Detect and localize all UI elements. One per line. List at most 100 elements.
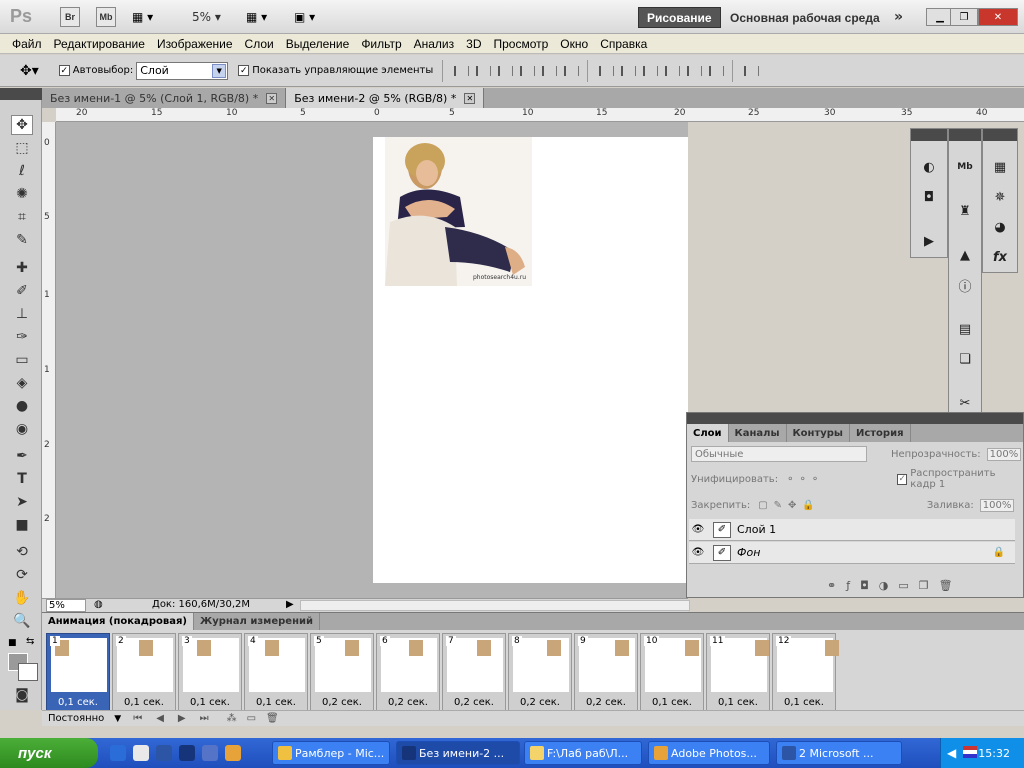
status-zoom[interactable]: 5% [46,599,86,612]
close-icon[interactable]: ✕ [266,92,278,104]
menu-edit[interactable]: Редактирование [48,37,151,51]
frame-delay[interactable]: 0,1 сек. [47,697,109,708]
distribute-top-icon[interactable] [597,64,615,78]
menu-select[interactable]: Выделение [280,37,356,51]
eye-icon[interactable]: 👁 [689,544,707,562]
swap-colors-icon[interactable]: ⇆ [26,636,34,647]
clone-stamp-tool-icon[interactable]: ⊥ [11,304,33,324]
layer-comps-icon[interactable]: ❏ [953,349,977,369]
eraser-tool-icon[interactable]: ▭ [11,350,33,370]
close-icon[interactable]: ✕ [978,8,1018,26]
distribute-left-icon[interactable] [663,64,681,78]
move-tool-icon[interactable]: ✥ [11,115,33,135]
close-icon[interactable]: ✕ [464,92,476,104]
opacity-field[interactable]: 100% [986,447,1021,461]
dodge-tool-icon[interactable]: ◉ [11,419,33,439]
layer-row-2[interactable]: 👁 ✐ Фон 🔒 [689,542,1015,564]
workspace-drawing-button[interactable]: Рисование [638,7,721,28]
default-colors-icon[interactable]: ■ [8,638,18,648]
distribute-right-icon[interactable] [707,64,725,78]
lasso-tool-icon[interactable]: ℓ [11,161,33,181]
app-icon[interactable] [225,745,241,761]
back-arrow-icon[interactable]: ◀ [947,746,956,760]
swatches-icon[interactable]: ▦ [988,157,1012,177]
blend-mode-dropdown[interactable]: Обычные [691,446,867,462]
task-rambler[interactable]: Рамблер - Mic... [272,741,390,765]
animation-frame[interactable]: 5 0,2 сек. [310,633,374,711]
animation-frame[interactable]: 11 0,1 сек. [706,633,770,711]
propagate-checkbox[interactable]: ✓ [897,473,908,485]
menu-view[interactable]: Просмотр [487,37,554,51]
task-adobe-photoshop[interactable]: Adobe Photos... [648,741,770,765]
workspace-main-button[interactable]: Основная рабочая среда [722,7,888,28]
actions-icon[interactable]: ▶ [917,231,941,251]
browser-icon[interactable] [133,745,149,761]
masks-icon[interactable]: ◘ [917,187,941,207]
animation-frame[interactable]: 4 0,1 сек. [244,633,308,711]
animation-frame[interactable]: 10 0,1 сек. [640,633,704,711]
start-button[interactable]: пуск [0,738,98,768]
frame-delay[interactable]: 0,2 сек. [311,697,373,708]
bridge-button[interactable]: Br [60,7,80,27]
tab-paths[interactable]: Контуры [787,424,850,442]
status-menu-arrow-icon[interactable]: ▶ [286,599,294,610]
menu-window[interactable]: Окно [554,37,594,51]
3d-orbit-tool-icon[interactable]: ⟳ [11,565,33,585]
background-color-swatch[interactable] [18,663,38,681]
tool-presets-icon[interactable]: ✂ [953,393,977,413]
clone-source-icon[interactable]: ♜ [953,201,977,221]
restore-icon[interactable]: ❐ [950,8,978,26]
more-workspaces-icon[interactable]: » [894,9,903,25]
minibridge-button[interactable]: Mb [96,7,116,27]
layer-photo[interactable]: photosearch4u.ru [385,137,532,286]
color-icon[interactable]: ◕ [988,217,1012,237]
eyedropper-tool-icon[interactable]: ✎ [11,230,33,250]
show-controls-checkbox[interactable]: ✓ [238,65,250,76]
layer-footer-icons[interactable]: ⚭ƒ◘◑▭❐🗑 [827,579,963,592]
zoom-tool-icon[interactable]: 🔍 [11,611,33,631]
tab-channels[interactable]: Каналы [729,424,787,442]
menu-3d[interactable]: 3D [460,37,487,51]
brush-tool-icon[interactable]: ✐ [11,281,33,301]
frame-delay[interactable]: 0,1 сек. [113,697,175,708]
zoom-level-dropdown[interactable]: 5% ▾ [192,10,221,24]
screen-mode-icon[interactable]: ▣ ▾ [294,10,315,24]
adjustments-icon[interactable]: ◐ [917,157,941,177]
photoshop-quicklaunch-icon[interactable] [179,745,195,761]
frame-delay[interactable]: 0,2 сек. [443,697,505,708]
move-tool-preset-icon[interactable]: ✥▾ [20,63,39,79]
auto-align-icon[interactable] [742,64,760,78]
histogram-icon[interactable]: ▲ [953,245,977,265]
desktop-icon[interactable] [202,745,218,761]
fill-field[interactable]: 100% [979,498,1014,512]
frame-delay[interactable]: 0,2 сек. [575,697,637,708]
chevron-down-icon[interactable]: ▼ [114,714,121,724]
task-folder[interactable]: F:\Лаб раб\Л... [524,741,642,765]
align-right-icon[interactable] [562,64,580,78]
tab-document-2[interactable]: Без имени-2 @ 5% (RGB/8) * ✕ [286,88,485,108]
animation-frame[interactable]: 1 0,1 сек. [46,633,110,711]
distribute-vcenter-icon[interactable] [619,64,637,78]
arrange-documents-icon[interactable]: ▦ ▾ [246,10,267,24]
type-tool-icon[interactable]: T [11,469,33,489]
pen-tool-icon[interactable]: ✒ [11,446,33,466]
frame-delay[interactable]: 0,1 сек. [707,697,769,708]
info-icon[interactable]: ⓘ [953,275,977,295]
unify-icons[interactable]: ⚬⚬⚬ [786,474,823,485]
animation-frame[interactable]: 9 0,2 сек. [574,633,638,711]
autoselect-dropdown[interactable]: Слой ▼ [136,61,229,80]
frame-delay[interactable]: 0,2 сек. [377,697,439,708]
hand-tool-icon[interactable]: ✋ [11,588,33,608]
menu-layer[interactable]: Слои [239,37,280,51]
marquee-tool-icon[interactable]: ⬚ [11,138,33,158]
align-vcenter-icon[interactable] [474,64,492,78]
minibridge-icon[interactable]: Mb [953,157,977,177]
align-left-icon[interactable] [518,64,536,78]
distribute-bottom-icon[interactable] [641,64,659,78]
animation-frame[interactable]: 3 0,1 сек. [178,633,242,711]
tab-animation[interactable]: Анимация (покадровая) [42,613,194,630]
path-selection-tool-icon[interactable]: ➤ [11,492,33,512]
navigator-icon[interactable]: ✵ [988,187,1012,207]
history-brush-tool-icon[interactable]: ✑ [11,327,33,347]
3d-rotate-tool-icon[interactable]: ⟲ [11,542,33,562]
